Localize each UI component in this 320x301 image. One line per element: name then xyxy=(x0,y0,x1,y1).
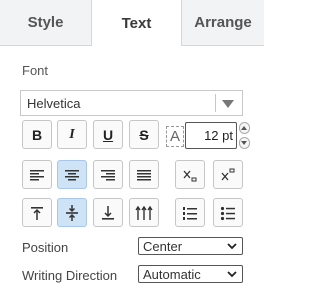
align-right-button[interactable] xyxy=(93,160,123,189)
stepper-down-button[interactable] xyxy=(238,137,250,149)
chevron-down-icon xyxy=(222,100,234,108)
bold-button[interactable]: B xyxy=(22,120,52,149)
strikethrough-icon: S xyxy=(139,126,149,143)
tab-arrange[interactable]: Arrange xyxy=(181,0,264,46)
align-left-button[interactable] xyxy=(22,160,52,189)
numbered-list-button[interactable] xyxy=(175,198,205,227)
bold-icon: B xyxy=(31,126,43,143)
font-size-icon-glyph: A xyxy=(169,128,180,145)
position-select[interactable]: Center xyxy=(138,237,243,255)
chevron-down-icon xyxy=(227,271,237,278)
tab-style[interactable]: Style xyxy=(0,0,92,46)
align-center-icon xyxy=(65,169,79,180)
superscript-button[interactable] xyxy=(213,160,243,189)
vertical-text-icon xyxy=(135,205,153,220)
font-heading: Font xyxy=(22,63,49,78)
underline-button[interactable]: U xyxy=(93,120,123,149)
font-family-value: Helvetica xyxy=(27,95,81,111)
vertical-text-button[interactable] xyxy=(129,198,159,227)
align-top-icon xyxy=(31,206,43,220)
caret-up-icon xyxy=(241,126,247,130)
bullet-list-icon xyxy=(220,206,235,220)
align-justify-icon xyxy=(137,169,151,180)
stepper-up-button[interactable] xyxy=(238,122,250,134)
tab-text[interactable]: Text xyxy=(92,0,181,46)
align-bottom-icon xyxy=(102,205,114,220)
tab-bar: Style Text Arrange xyxy=(0,0,264,46)
subscript-icon xyxy=(183,170,197,181)
align-middle-button[interactable] xyxy=(57,198,87,227)
subscript-button[interactable] xyxy=(175,160,205,189)
align-top-button[interactable] xyxy=(22,198,52,227)
numbered-list-icon xyxy=(183,206,197,220)
writing-direction-label: Writing Direction xyxy=(22,268,118,283)
chevron-down-icon xyxy=(227,243,237,250)
align-justify-button[interactable] xyxy=(129,160,159,189)
position-value: Center xyxy=(143,238,183,254)
underline-icon: U xyxy=(102,126,114,143)
italic-icon: I xyxy=(69,126,75,142)
font-size-stepper[interactable] xyxy=(238,122,250,149)
select-divider xyxy=(215,94,216,112)
writing-direction-select[interactable]: Automatic xyxy=(138,265,243,283)
align-left-icon xyxy=(30,169,44,180)
align-center-button[interactable] xyxy=(57,160,87,189)
align-bottom-button[interactable] xyxy=(93,198,123,227)
position-label: Position xyxy=(22,240,69,255)
writing-direction-value: Automatic xyxy=(143,266,201,282)
bullet-list-button[interactable] xyxy=(213,198,243,227)
font-size-input[interactable] xyxy=(185,122,237,149)
align-middle-icon xyxy=(66,204,78,221)
italic-button[interactable]: I xyxy=(57,120,87,149)
align-right-icon xyxy=(101,169,115,180)
font-size-icon: A xyxy=(166,126,184,147)
caret-down-icon xyxy=(241,141,247,145)
strikethrough-button[interactable]: S xyxy=(129,120,159,149)
font-family-select[interactable]: Helvetica xyxy=(20,90,243,116)
superscript-icon xyxy=(221,168,235,180)
